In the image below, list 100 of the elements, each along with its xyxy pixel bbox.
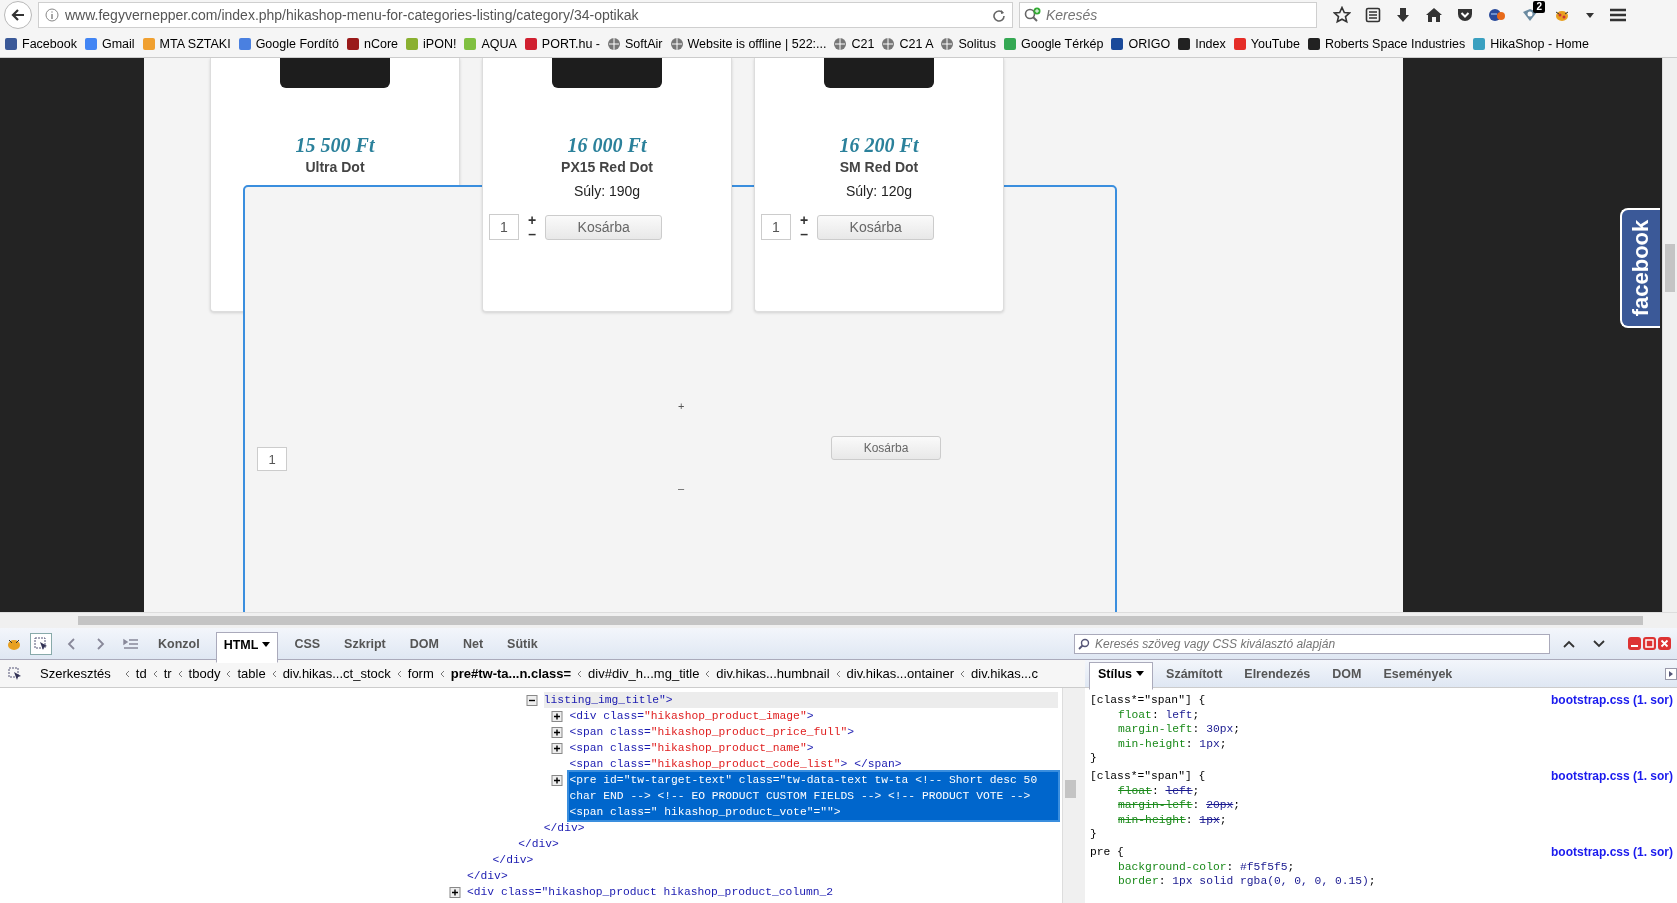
collapse-icon[interactable]	[525, 695, 538, 706]
bookmark-link[interactable]: Website is offline | 522:...	[669, 36, 827, 51]
bookmark-link[interactable]: Solitus	[940, 36, 996, 51]
expand-icon[interactable]	[551, 727, 564, 738]
source-link[interactable]: bootstrap.css (1. sor)	[1550, 768, 1673, 784]
increase-button[interactable]: +	[800, 213, 809, 227]
increase-button[interactable]: +	[678, 400, 685, 412]
html-source-line[interactable]: <div class="hikashop_product_image">	[569, 708, 1058, 724]
chevron-left-icon	[271, 669, 277, 678]
increase-button[interactable]: +	[528, 213, 537, 227]
bookmark-link[interactable]: AQUA	[463, 36, 517, 51]
breadcrumb-item[interactable]: div.hikas...ct_stock	[282, 666, 391, 681]
bookmark-link[interactable]: Roberts Space Industries	[1306, 36, 1466, 51]
decrease-button[interactable]: –	[800, 227, 808, 241]
cursor-icon	[34, 636, 48, 651]
expand-icon[interactable]	[551, 775, 564, 786]
breadcrumb-item[interactable]: div.hikas...c	[971, 666, 1038, 681]
side-panel-tab[interactable]: Események	[1374, 661, 1462, 686]
css-property[interactable]: border: 1px solid rgba(0, 0, 0, 0.15);	[1118, 875, 1376, 888]
inspect-button[interactable]	[30, 632, 52, 655]
css-property[interactable]: float: left;	[1118, 784, 1200, 797]
side-panel-tab[interactable]: DOM	[1323, 661, 1371, 686]
breadcrumb-item[interactable]: div.hikas...ontainer	[846, 666, 954, 681]
bookmark-link[interactable]: MTA SZTAKI	[141, 36, 231, 51]
scrollbar[interactable]	[0, 612, 1677, 628]
product-name: SM Red Dot	[839, 159, 919, 175]
bookmark-link[interactable]: iPON!	[405, 36, 457, 51]
bookmark-icon	[940, 36, 955, 51]
scrollbar[interactable]	[1062, 688, 1079, 903]
breadcrumb-item[interactable]: pre#tw-ta...n.class=	[450, 666, 572, 681]
bookmark-link[interactable]: Google Fordító	[237, 36, 340, 51]
facebook-tab[interactable]: facebook	[1620, 208, 1660, 328]
css-property[interactable]: min-height: 1px;	[1118, 737, 1227, 750]
chevron-left-icon	[960, 669, 965, 678]
address-bar[interactable]: www.fegyvernepper.com/index.php/hikashop-menu-for-categories-listing/category/34-optikak	[38, 2, 1013, 28]
add-to-cart-button[interactable]: Kosárba	[545, 214, 663, 240]
devtools-tab[interactable]: DOM	[401, 630, 447, 657]
edit-button[interactable]: Szerkesztés	[28, 666, 119, 681]
bookmark-link[interactable]: YouTube	[1232, 36, 1300, 51]
bookmark-link[interactable]: Gmail	[83, 36, 135, 51]
bookmark-link[interactable]: Google Térkép	[1003, 36, 1104, 51]
expand-icon[interactable]	[449, 887, 461, 898]
add-to-cart-button[interactable]: Kosárba	[831, 436, 941, 460]
decrease-button[interactable]: –	[528, 227, 536, 241]
css-property[interactable]: margin-left: 30px;	[1118, 723, 1241, 736]
html-source-line[interactable]: <span class="hikashop_product_code_list"> </span>	[569, 756, 1058, 772]
bookmark-link[interactable]: nCore	[346, 36, 399, 51]
breadcrumb-item[interactable]: form	[407, 666, 434, 681]
scrollbar[interactable]	[1662, 58, 1677, 612]
bookmark-link[interactable]: SoftAir	[607, 36, 663, 51]
quantity-field[interactable]: 1	[489, 214, 519, 240]
dropdown-arrow-icon	[1585, 11, 1595, 19]
devtools-tab[interactable]: Sütik	[499, 630, 546, 657]
bookmark-link[interactable]: PORT.hu -	[523, 36, 600, 51]
devtools-tab[interactable]: Konzol	[150, 630, 208, 657]
bookmark-link[interactable]: C21 A	[881, 36, 934, 51]
css-property[interactable]: background-color: #f5f5f5;	[1118, 860, 1295, 873]
bookmark-icon	[83, 36, 98, 51]
expand-icon[interactable]	[551, 743, 564, 754]
breadcrumb-item[interactable]: td	[135, 666, 147, 681]
decrease-button[interactable]: –	[678, 482, 685, 494]
bookmark-link[interactable]: C21	[833, 36, 875, 51]
bookmark-link[interactable]: ORIGO	[1110, 36, 1171, 51]
html-source-line[interactable]: </div>	[518, 836, 1009, 852]
breadcrumb-item[interactable]: table	[237, 666, 266, 681]
search-field[interactable]: Keresés szöveg vagy CSS kiválasztó alapján	[1074, 633, 1550, 654]
breadcrumb-item[interactable]: div.hikas...humbnail	[716, 666, 830, 681]
bookmark-link[interactable]: Index	[1177, 36, 1226, 51]
back-button[interactable]	[4, 1, 32, 29]
devtools-tab[interactable]: CSS	[286, 630, 329, 657]
breadcrumb-item[interactable]: tbody	[188, 666, 221, 681]
breadcrumb-item[interactable]: tr	[163, 666, 172, 681]
html-source-line[interactable]: <span class="hikashop_product_price_full">	[569, 724, 1058, 740]
html-source-line[interactable]: </div>	[492, 852, 983, 868]
html-source-line[interactable]: </div>	[543, 820, 1034, 836]
bookmark-link[interactable]: Facebook	[4, 36, 77, 51]
source-link[interactable]: bootstrap.css (1. sor)	[1550, 693, 1673, 708]
html-source-line[interactable]: <div class="hikashop_product hikashop_product_column_2	[467, 884, 1058, 900]
breadcrumb-item[interactable]: div#div_h...mg_title	[588, 666, 700, 681]
search-field[interactable]: Keresés	[1019, 2, 1317, 28]
html-source-line[interactable]: </div>	[467, 868, 957, 884]
product-name: PX15 Red Dot	[561, 159, 653, 175]
devtools-tab[interactable]: Szkript	[336, 630, 394, 657]
expand-icon[interactable]	[551, 711, 564, 722]
side-panel-tab[interactable]: Stílus	[1089, 662, 1154, 690]
add-to-cart-button[interactable]: Kosárba	[817, 214, 935, 240]
css-property[interactable]: float: left;	[1118, 708, 1200, 721]
home-icon	[1425, 7, 1443, 23]
side-panel-tab[interactable]: Elrendezés	[1235, 661, 1320, 686]
side-panel-tab[interactable]: Számított	[1157, 661, 1232, 686]
source-link[interactable]: bootstrap.css (1. sor)	[1550, 844, 1673, 860]
bookmark-link[interactable]: HikaShop - Home	[1472, 36, 1589, 51]
css-property[interactable]: margin-left: 20px;	[1118, 799, 1241, 812]
quantity-field[interactable]: 1	[761, 214, 791, 240]
quantity-field[interactable]: 1	[257, 447, 287, 471]
devtools-tab[interactable]: Net	[454, 630, 492, 657]
css-property[interactable]: min-height: 1px;	[1118, 813, 1227, 826]
chevron-left-icon	[226, 669, 232, 678]
devtools-tab[interactable]: HTML	[215, 631, 279, 663]
html-source-line[interactable]: <span class="hikashop_product_name">	[569, 740, 1058, 756]
